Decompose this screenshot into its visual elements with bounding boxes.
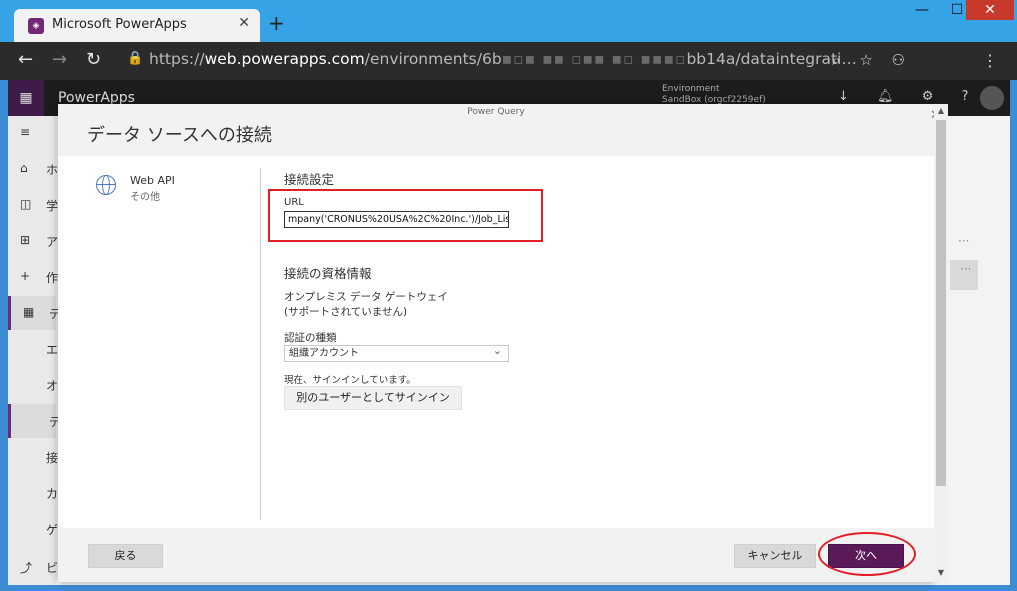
dialog-scrollbar[interactable]: ▲ ▼ [934,104,948,582]
window-close-button[interactable]: ✕ [966,0,1014,20]
powerapps-favicon-icon: ◈ [28,18,44,34]
download-icon[interactable]: ↓ [838,89,849,104]
back-arrow-icon[interactable]: ← [18,50,33,70]
more-options-icon-2[interactable]: ··· [960,262,971,276]
dialog-footer: 戻る キャンセル 次へ [58,528,934,582]
nav-item-gateways[interactable]: ゲ [8,512,58,546]
more-options-icon[interactable]: ··· [958,234,969,248]
new-tab-button[interactable]: + [268,13,285,33]
sign-in-as-other-user-button[interactable]: 別のユーザーとしてサインイン [284,386,462,410]
nav-item-home[interactable]: ⌂ ホ [8,152,58,186]
cancel-button[interactable]: キャンセル [734,544,816,568]
dialog-banner: Power Query [467,107,525,117]
globe-icon [96,175,116,195]
book-icon: ◫ [20,197,32,211]
window-minimize-button[interactable]: — [900,0,944,20]
settings-gear-icon[interactable]: ⚙ [922,89,934,104]
gateway-label: オンプレミス データ ゲートウェイ [284,291,448,303]
nav-item-data[interactable]: ▦ デ [8,296,61,330]
nav-item-entities[interactable]: エ [8,332,58,366]
environment-picker[interactable]: Environment SandBox (orgcf2259ef) [662,84,766,106]
address-bar[interactable]: 🔒 https://web.powerapps.com/environments… [115,47,905,75]
scroll-thumb[interactable] [936,120,946,486]
auth-type-label: 認証の種類 [284,332,337,344]
annotation-highlight-rect [268,189,543,242]
nav-item-custom-connectors[interactable]: カ [8,476,58,510]
notifications-icon[interactable]: 🔔︎ [877,89,894,104]
scroll-up-icon[interactable]: ▲ [934,106,948,115]
tab-title: Microsoft PowerApps [52,17,187,32]
dialog-title: データ ソースへの接続 [87,125,272,146]
nav-item-business[interactable]: ⤴ ビ [8,550,58,584]
nav-item-create[interactable]: + 作 [8,260,58,294]
scroll-down-icon[interactable]: ▼ [934,568,948,577]
source-name: Web API [130,174,175,187]
nav-item-optionsets[interactable]: オ [8,368,58,402]
divider [260,168,261,520]
browser-menu-icon[interactable]: ⋮ [982,51,998,70]
flow-icon: ⤴ [20,561,33,575]
incognito-icon[interactable]: ⚇ [892,51,905,69]
bookmark-star-icon[interactable]: ☆ [859,51,872,69]
apps-icon: ⊞ [20,233,31,247]
browser-titlebar: ◈ Microsoft PowerApps ✕ + — ☐ ✕ [0,0,1017,42]
nav-item-dataintegration[interactable]: デ [8,404,61,438]
browser-toolbar: ← → ↻ 🔒 https://web.powerapps.com/enviro… [0,42,1017,80]
home-icon: ⌂ [20,161,28,175]
app-launcher-icon[interactable]: ▦ [8,80,44,116]
connect-data-source-dialog: Power Query データ ソースへの接続 ✕ Web API その他 接続… [58,104,941,582]
zoom-icon[interactable]: ⌕ [832,51,840,69]
left-navigation: ≡ ⌂ ホ ◫ 学 ⊞ ア + 作 ▦ デ エ オ デ 接 カ ゲ ⤴ ビ [8,116,61,585]
nav-collapse-button[interactable]: ≡ [8,116,56,150]
forward-arrow-icon[interactable]: → [52,50,67,70]
back-button[interactable]: 戻る [88,544,163,568]
connection-settings-title: 接続設定 [284,172,335,187]
nav-item-learn[interactable]: ◫ 学 [8,188,58,222]
hamburger-icon: ≡ [20,125,31,139]
source-category: その他 [130,192,160,203]
gateway-unsupported: (サポートされていません) [284,306,408,318]
credentials-title: 接続の資格情報 [284,266,372,281]
avatar[interactable] [980,86,1004,110]
nav-item-apps[interactable]: ⊞ ア [8,224,58,258]
auth-type-select[interactable]: 組織アカウント ⌄ [284,345,509,362]
url-text: https://web.powerapps.com/environments/6… [149,50,857,68]
nav-item-connections[interactable]: 接 [8,440,58,474]
browser-tab[interactable]: ◈ Microsoft PowerApps ✕ [14,9,260,42]
annotation-highlight-circle [818,532,916,576]
reload-icon[interactable]: ↻ [86,50,101,70]
plus-icon: + [20,269,31,283]
chevron-down-icon: ⌄ [492,344,502,357]
table-icon: ▦ [23,305,35,319]
lock-icon: 🔒 [127,51,144,66]
signed-in-status: 現在、サインインしています。 [284,375,416,386]
dialog-header: Power Query データ ソースへの接続 ✕ [58,104,941,156]
help-icon[interactable]: ? [962,89,969,104]
tab-close-icon[interactable]: ✕ [238,15,250,31]
